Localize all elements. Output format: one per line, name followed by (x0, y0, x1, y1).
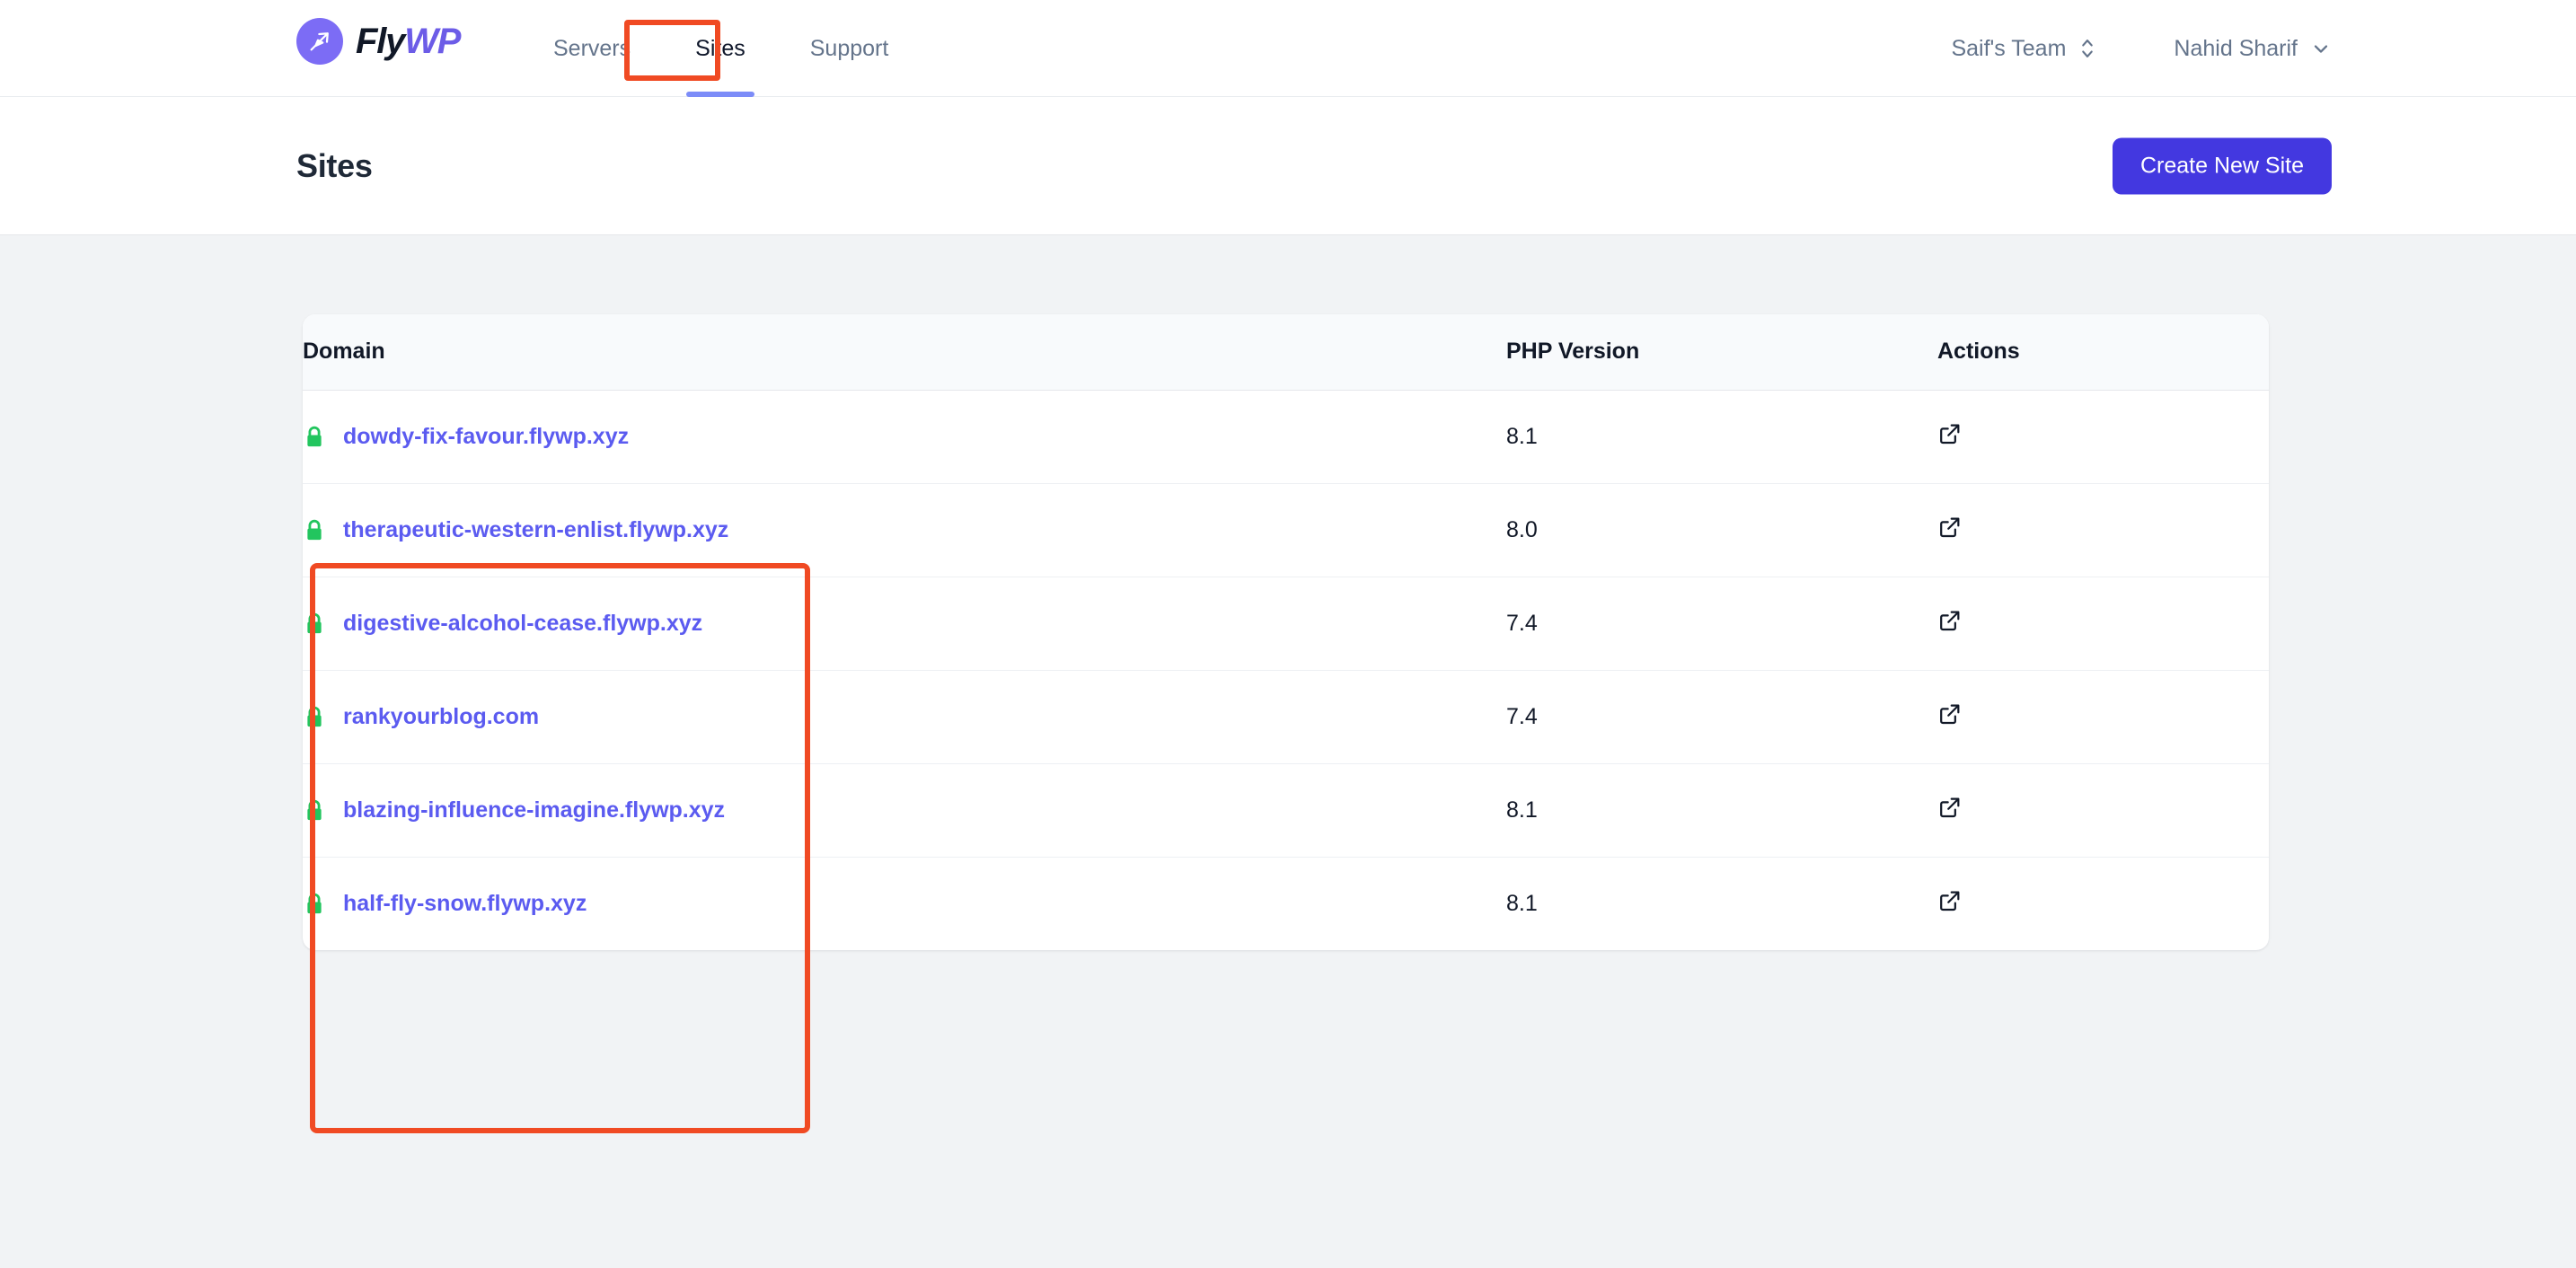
external-link-icon[interactable] (1937, 795, 1963, 820)
sites-table-head: Domain PHP Version Actions (303, 314, 2269, 391)
external-link-icon[interactable] (1937, 701, 1963, 726)
lock-icon (303, 612, 326, 637)
nav-right-cluster: Saif's Team Nahid Sharif (1951, 0, 2576, 97)
domain-link[interactable]: digestive-alcohol-cease.flywp.xyz (343, 611, 702, 637)
cell-php-version: 8.0 (1506, 483, 1937, 577)
nav-item-sites[interactable]: Sites (663, 0, 778, 97)
brand-name-wp: WP (404, 22, 461, 61)
main-content: Domain PHP Version Actions dowdy-fix-fav… (0, 235, 2576, 1268)
create-new-site-button[interactable]: Create New Site (2112, 137, 2332, 194)
table-row: blazing-influence-imagine.flywp.xyz 8.1 (303, 763, 2269, 858)
cell-actions (1937, 763, 2269, 858)
main-nav: Servers Sites Support (521, 0, 921, 97)
sites-table: Domain PHP Version Actions dowdy-fix-fav… (303, 314, 2269, 950)
cell-php-version: 8.1 (1506, 891, 1538, 916)
cell-actions (1937, 483, 2269, 577)
page-header: Sites Create New Site (0, 97, 2576, 283)
flywp-logo[interactable]: FlyWP (296, 18, 461, 65)
domain-link[interactable]: dowdy-fix-favour.flywp.xyz (343, 424, 629, 450)
table-row: rankyourblog.com 7.4 (303, 670, 2269, 764)
external-link-icon[interactable] (1937, 515, 1963, 540)
chevron-down-icon (2310, 38, 2332, 59)
domain-link[interactable]: half-fly-snow.flywp.xyz (343, 891, 587, 917)
cell-domain: rankyourblog.com (303, 670, 1506, 764)
cell-actions (1937, 858, 2269, 951)
cell-php-version: 7.4 (1506, 670, 1937, 764)
table-row: digestive-alcohol-cease.flywp.xyz 7.4 (303, 577, 2269, 671)
cell-actions (1937, 670, 2269, 764)
chevron-up-down-icon (2078, 37, 2096, 60)
sites-table-body: dowdy-fix-favour.flywp.xyz 8.1 therapeut… (303, 390, 2269, 951)
lock-icon (303, 425, 326, 450)
domain-link[interactable]: blazing-influence-imagine.flywp.xyz (343, 797, 725, 823)
lock-icon (303, 705, 326, 730)
cell-php-version: 8.1 (1506, 390, 1937, 484)
column-header-php-version[interactable]: PHP Version (1506, 314, 1937, 391)
cell-php-version: 8.1 (1506, 763, 1937, 858)
paper-plane-icon (296, 18, 343, 65)
lock-icon (303, 798, 326, 823)
nav-item-servers[interactable]: Servers (521, 0, 663, 97)
top-navigation-bar: FlyWP Servers Sites Support Saif's Team … (0, 0, 2576, 97)
team-switcher-label: Saif's Team (1951, 35, 2067, 61)
cell-domain: therapeutic-western-enlist.flywp.xyz (303, 483, 1506, 577)
brand-wordmark: FlyWP (356, 22, 461, 61)
cell-domain: blazing-influence-imagine.flywp.xyz (303, 763, 1506, 858)
cell-php-version: 7.4 (1506, 577, 1937, 671)
cell-domain: digestive-alcohol-cease.flywp.xyz (303, 577, 1506, 671)
user-menu-label: Nahid Sharif (2174, 35, 2298, 61)
table-row: half-fly-snow.flywp.xyz 8.1 (303, 858, 2269, 951)
page-title: Sites (296, 146, 373, 184)
table-row: therapeutic-western-enlist.flywp.xyz 8.0 (303, 483, 2269, 577)
table-row: dowdy-fix-favour.flywp.xyz 8.1 (303, 390, 2269, 484)
user-menu[interactable]: Nahid Sharif (2174, 36, 2332, 62)
lock-icon (303, 892, 326, 917)
column-header-actions[interactable]: Actions (1937, 314, 2269, 391)
nav-item-support[interactable]: Support (778, 0, 922, 97)
table-header-row: Domain PHP Version Actions (303, 314, 2269, 391)
cell-domain: half-fly-snow.flywp.xyz (303, 858, 1506, 951)
cell-actions (1937, 577, 2269, 671)
cell-domain: dowdy-fix-favour.flywp.xyz (303, 390, 1506, 484)
team-switcher[interactable]: Saif's Team (1951, 36, 2096, 62)
brand-name-fly: Fly (356, 22, 405, 61)
external-link-icon[interactable] (1937, 421, 1963, 446)
domain-link[interactable]: rankyourblog.com (343, 704, 539, 730)
cell-actions (1937, 390, 2269, 484)
lock-icon (303, 518, 326, 543)
sites-table-card: Domain PHP Version Actions dowdy-fix-fav… (303, 314, 2269, 950)
external-link-icon[interactable] (1937, 888, 1963, 913)
domain-link[interactable]: therapeutic-western-enlist.flywp.xyz (343, 517, 728, 543)
external-link-icon[interactable] (1937, 608, 1963, 633)
column-header-domain[interactable]: Domain (303, 314, 1506, 391)
